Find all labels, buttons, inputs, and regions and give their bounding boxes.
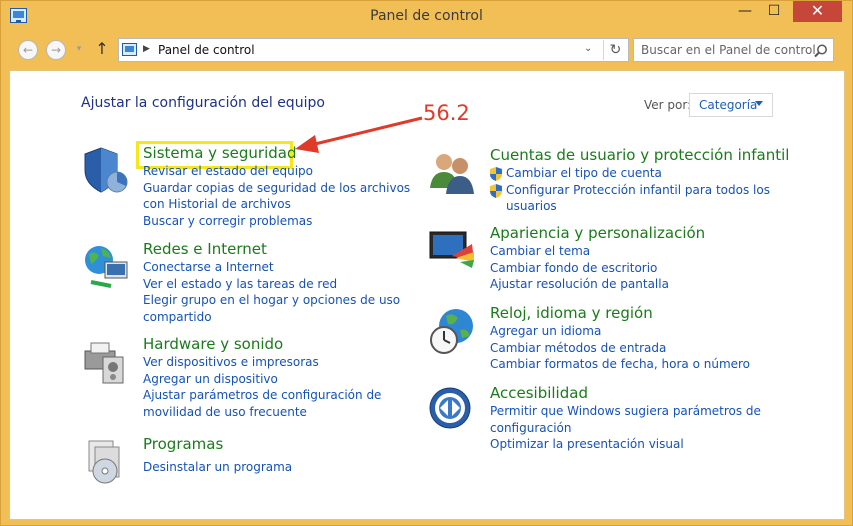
address-bar[interactable]: ▶ Panel de control ⌄ ↻ xyxy=(118,38,629,62)
link-troubleshoot[interactable]: Buscar y corregir problemas xyxy=(143,213,428,230)
caret-down-icon xyxy=(755,101,763,106)
link-parental-controls[interactable]: Configurar Protección infantil para todo… xyxy=(490,182,775,215)
up-button[interactable]: ↑ xyxy=(94,39,110,59)
shield-icon[interactable] xyxy=(81,146,131,196)
control-panel-small-icon xyxy=(122,43,137,56)
refresh-button[interactable]: ↻ xyxy=(603,40,627,60)
breadcrumb-chevron-icon[interactable]: ▶ xyxy=(143,44,150,54)
recent-locations-button[interactable]: ▾ xyxy=(73,44,85,56)
search-input[interactable]: Buscar en el Panel de control xyxy=(641,43,816,57)
link-change-account-type[interactable]: Cambiar el tipo de cuenta xyxy=(490,165,775,182)
link-change-theme[interactable]: Cambiar el tema xyxy=(490,243,775,260)
link-add-language[interactable]: Agregar un idioma xyxy=(490,323,775,340)
link-network-status[interactable]: Ver el estado y las tareas de red xyxy=(143,276,428,293)
annotation-arrow xyxy=(295,116,423,153)
category-title[interactable]: Hardware y sonido xyxy=(143,335,283,353)
users-icon[interactable] xyxy=(428,148,478,198)
back-button[interactable]: ← xyxy=(18,40,38,60)
clock-globe-icon[interactable] xyxy=(428,306,478,356)
category-title[interactable]: Sistema y seguridad xyxy=(143,144,296,162)
link-devices-printers[interactable]: Ver dispositivos e impresoras xyxy=(143,354,428,371)
category-title[interactable]: Cuentas de usuario y protección infantil xyxy=(490,146,789,164)
annotation-label: 56.2 xyxy=(423,101,470,125)
forward-button[interactable]: → xyxy=(46,40,66,60)
link-optimize-display[interactable]: Optimizar la presentación visual xyxy=(490,436,775,453)
link-label: Cambiar el tipo de cuenta xyxy=(506,166,662,180)
category-links: Agregar un idioma Cambiar métodos de ent… xyxy=(490,323,775,373)
category-title[interactable]: Reloj, idioma y región xyxy=(490,304,653,322)
link-windows-suggest-settings[interactable]: Permitir que Windows sugiera parámetros … xyxy=(490,403,775,436)
category-title[interactable]: Accesibilidad xyxy=(490,384,588,402)
link-label: Configurar Protección infantil para todo… xyxy=(506,182,770,214)
link-input-methods[interactable]: Cambiar métodos de entrada xyxy=(490,340,775,357)
link-date-time-formats[interactable]: Cambiar formatos de fecha, hora o número xyxy=(490,356,775,373)
address-history-dropdown[interactable]: ⌄ xyxy=(584,43,592,54)
control-panel-window: Panel de control — ☐ ✕ ← → ▾ ↑ ▶ Panel d… xyxy=(0,0,853,526)
category-links: Cambiar el tema Cambiar fondo de escrito… xyxy=(490,243,775,293)
window-title: Panel de control xyxy=(370,8,483,24)
uac-shield-icon xyxy=(490,167,502,181)
link-backup-history[interactable]: Guardar copias de seguridad de los archi… xyxy=(143,180,428,213)
view-by-value: Categoría xyxy=(699,98,758,112)
category-links: Ver dispositivos e impresoras Agregar un… xyxy=(143,354,428,421)
link-uninstall-program[interactable]: Desinstalar un programa xyxy=(143,459,428,476)
category-title[interactable]: Apariencia y personalización xyxy=(490,224,705,242)
network-globe-icon[interactable] xyxy=(81,242,131,292)
close-button[interactable]: ✕ xyxy=(793,1,842,22)
category-links: Desinstalar un programa xyxy=(143,454,428,476)
minimize-button[interactable]: — xyxy=(731,1,759,22)
category-links: Cambiar el tipo de cuenta Configurar Pro… xyxy=(490,165,775,215)
programs-disc-icon[interactable] xyxy=(81,437,131,487)
view-by-dropdown[interactable]: Categoría xyxy=(689,93,773,117)
link-mobility-settings[interactable]: Ajustar parámetros de configuración de m… xyxy=(143,387,428,420)
content-area: Ajustar la configuración del equipo Ver … xyxy=(9,70,845,520)
link-review-status[interactable]: Revisar el estado del equipo xyxy=(143,163,428,180)
printer-speaker-icon[interactable] xyxy=(81,337,131,387)
accessibility-icon[interactable] xyxy=(428,386,478,436)
maximize-button[interactable]: ☐ xyxy=(760,1,788,22)
link-screen-resolution[interactable]: Ajustar resolución de pantalla xyxy=(490,276,775,293)
category-title[interactable]: Redes e Internet xyxy=(143,240,267,258)
title-bar[interactable]: Panel de control — ☐ ✕ xyxy=(1,1,852,32)
breadcrumb-control-panel[interactable]: Panel de control xyxy=(158,43,255,57)
page-title: Ajustar la configuración del equipo xyxy=(81,95,325,111)
link-homegroup-sharing[interactable]: Elegir grupo en el hogar y opciones de u… xyxy=(143,292,428,325)
link-connect-internet[interactable]: Conectarse a Internet xyxy=(143,259,428,276)
display-palette-icon[interactable] xyxy=(428,226,478,276)
category-links: Conectarse a Internet Ver el estado y la… xyxy=(143,259,428,326)
category-title[interactable]: Programas xyxy=(143,435,223,453)
link-change-wallpaper[interactable]: Cambiar fondo de escritorio xyxy=(490,260,775,277)
category-links: Revisar el estado del equipo Guardar cop… xyxy=(143,163,428,230)
search-box[interactable]: Buscar en el Panel de control xyxy=(633,38,834,62)
uac-shield-icon xyxy=(490,183,502,198)
view-by-label: Ver por: xyxy=(644,98,692,112)
navigation-bar: ← → ▾ ↑ ▶ Panel de control ⌄ ↻ Buscar en… xyxy=(9,32,845,70)
category-links: Permitir que Windows sugiera parámetros … xyxy=(490,403,775,453)
search-icon[interactable] xyxy=(813,43,829,59)
link-add-device[interactable]: Agregar un dispositivo xyxy=(143,371,428,388)
